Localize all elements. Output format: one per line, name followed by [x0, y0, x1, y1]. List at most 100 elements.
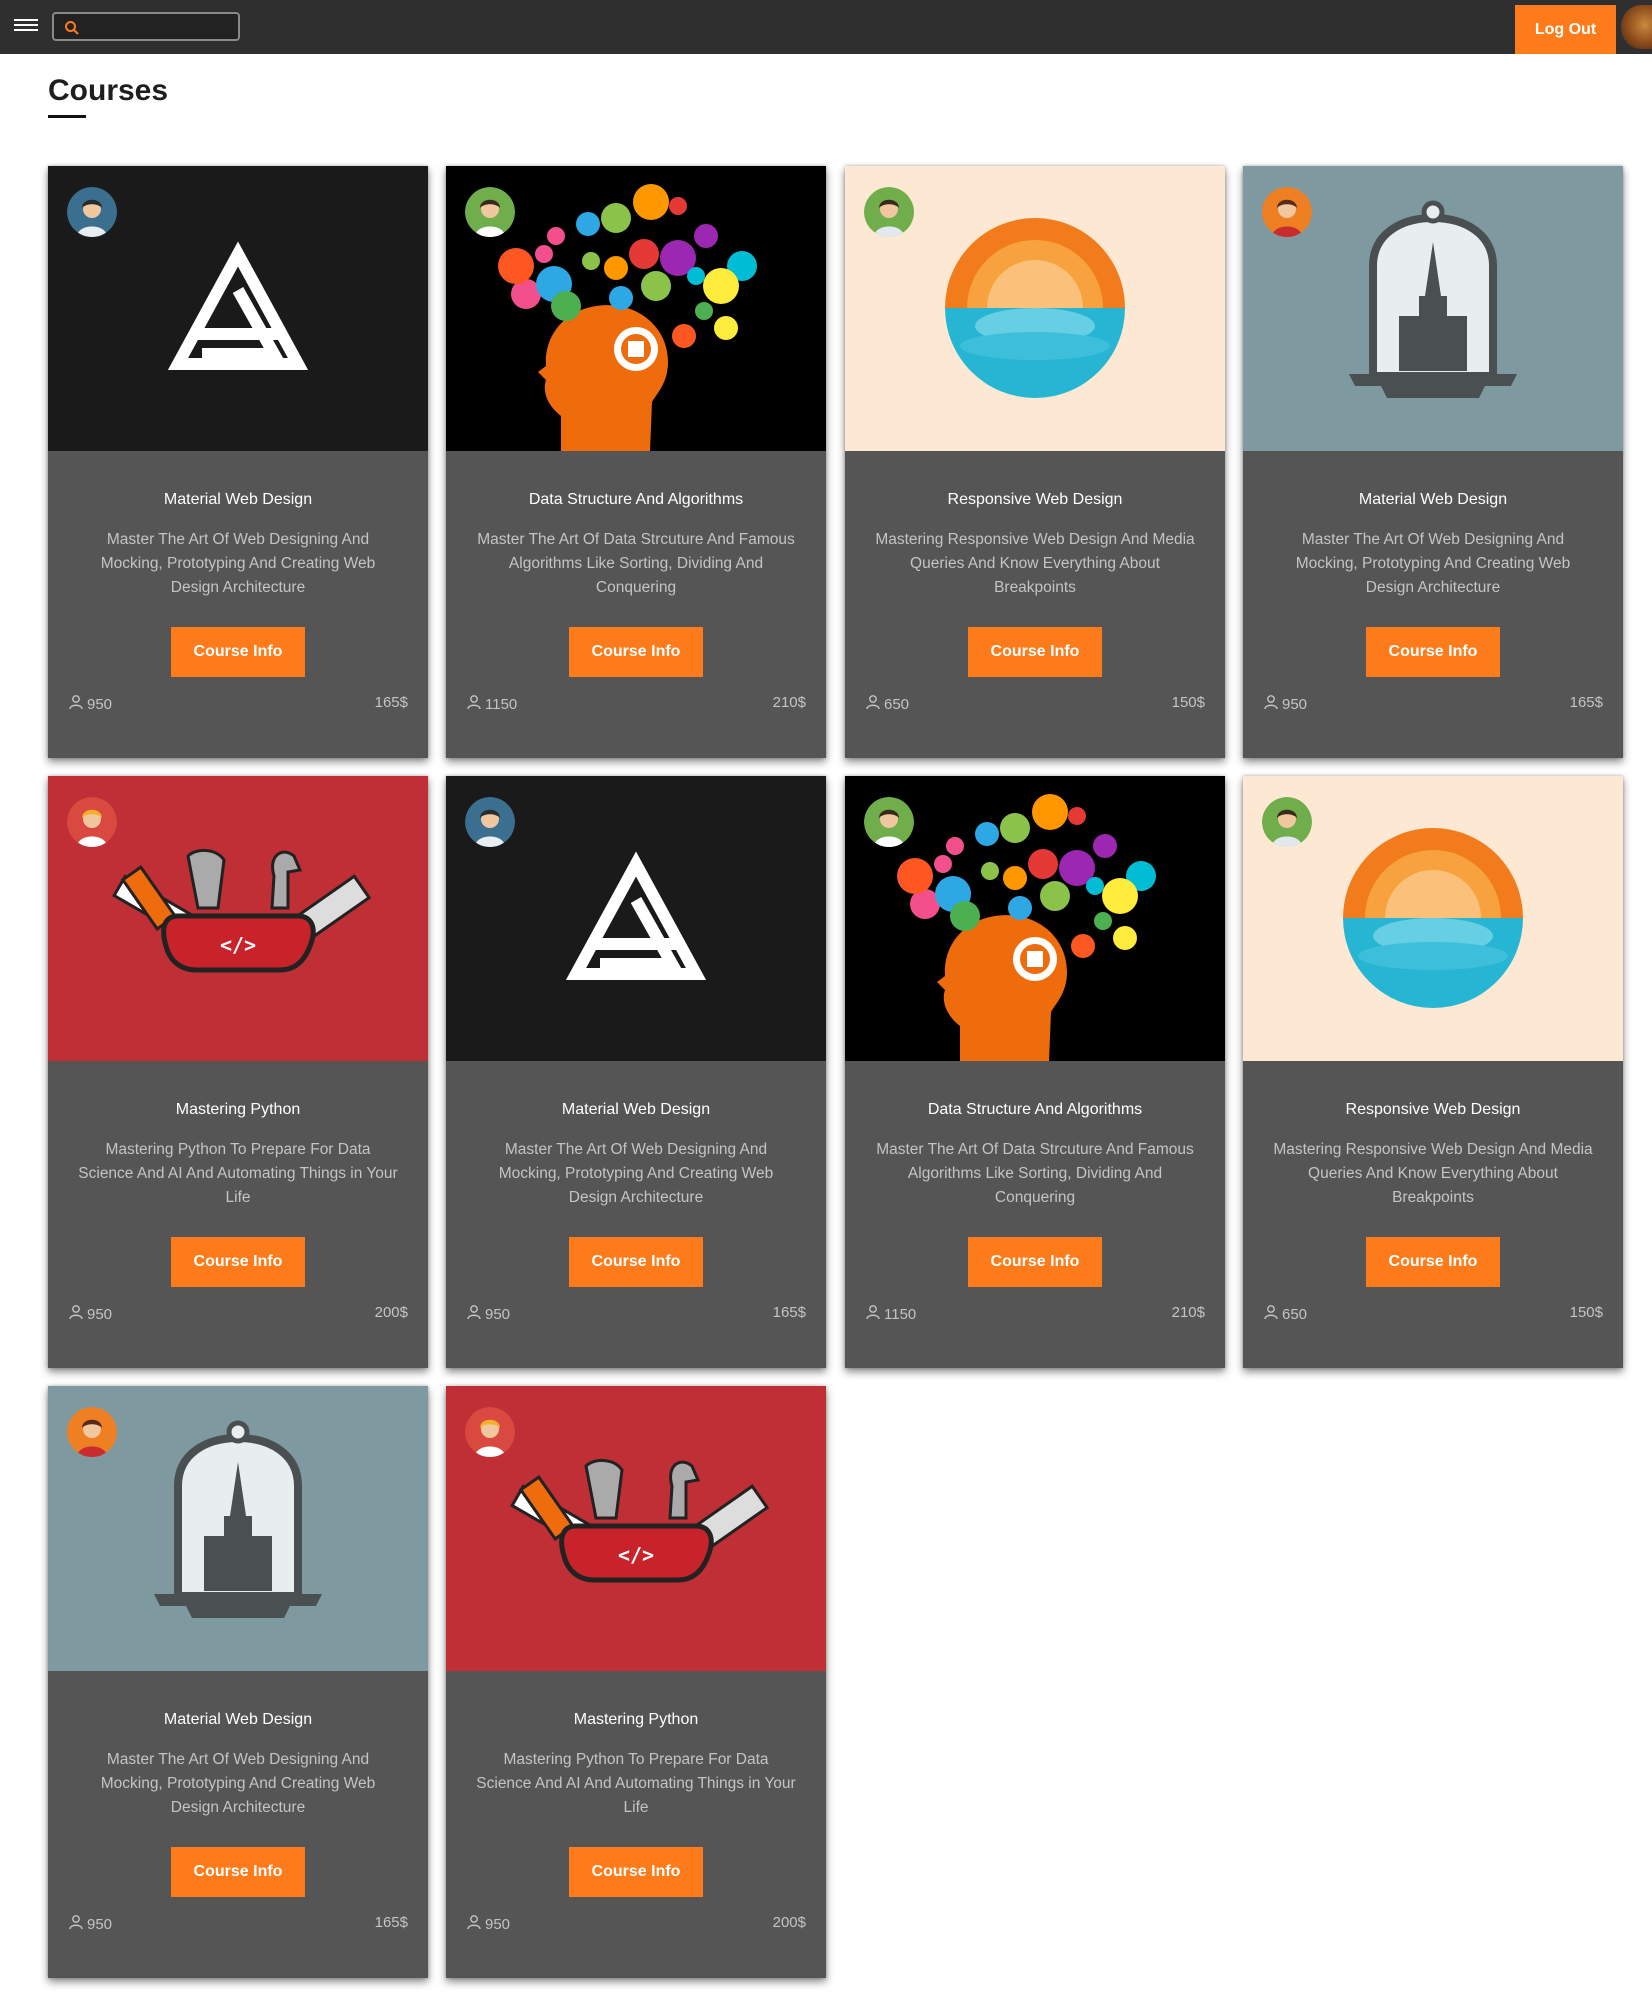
- instructor-avatar: [864, 797, 914, 847]
- course-card: </> Mastering Python Mastering Python To…: [48, 776, 428, 1368]
- students-count: 950: [68, 1914, 112, 1934]
- students-count: 650: [1263, 1304, 1307, 1324]
- course-description: Master The Art Of Web Designing And Mock…: [1295, 531, 1571, 596]
- user-icon: [466, 1914, 482, 1934]
- svg-text:</>: </>: [220, 933, 256, 957]
- user-icon-svg: [866, 695, 880, 710]
- course-info-button[interactable]: Course Info: [171, 1847, 305, 1897]
- svg-text:</>: </>: [618, 1543, 654, 1567]
- course-card: Material Web Design Master The Art Of We…: [446, 776, 826, 1368]
- course-info-button[interactable]: Course Info: [569, 627, 703, 677]
- course-card: Data Structure And Algorithms Master The…: [845, 776, 1225, 1368]
- course-price: 210$: [1171, 1304, 1205, 1321]
- user-icon: [1263, 694, 1279, 714]
- course-title: Material Web Design: [1358, 491, 1508, 508]
- course-description: Master The Art Of Data Strcuture And Fam…: [477, 531, 795, 596]
- students-count: 950: [466, 1304, 510, 1324]
- course-description: Master The Art Of Web Designing And Mock…: [100, 531, 376, 596]
- students-value: 950: [485, 1915, 511, 1933]
- students-value: 950: [485, 1305, 511, 1323]
- user-icon: [865, 694, 881, 714]
- course-title: Responsive Web Design: [947, 491, 1123, 508]
- user-icon-svg: [467, 695, 481, 710]
- students-count: 950: [466, 1914, 510, 1934]
- course-info-button[interactable]: Course Info: [171, 1237, 305, 1287]
- hamburger-menu-icon[interactable]: [14, 16, 38, 38]
- course-info-button[interactable]: Course Info: [569, 1847, 703, 1897]
- course-info-button[interactable]: Course Info: [1366, 627, 1500, 677]
- course-card: Material Web Design Master The Art Of We…: [1243, 166, 1623, 758]
- top-navbar: Log Out: [0, 0, 1652, 54]
- user-icon: [1263, 1304, 1279, 1324]
- course-price: 165$: [374, 1914, 408, 1931]
- course-price: 150$: [1171, 694, 1205, 711]
- search-input[interactable]: [86, 17, 234, 37]
- course-info-button[interactable]: Course Info: [968, 627, 1102, 677]
- user-icon-svg: [69, 1305, 83, 1320]
- page-title: Courses: [48, 74, 169, 107]
- students-count: 1150: [466, 694, 517, 714]
- instructor-avatar: [67, 1407, 117, 1457]
- course-description: Mastering Python To Prepare For Data Sci…: [78, 1141, 398, 1206]
- user-icon-svg: [467, 1305, 481, 1320]
- instructor-avatar: [465, 1407, 515, 1457]
- students-value: 650: [1282, 1305, 1308, 1323]
- user-icon: [68, 694, 84, 714]
- course-title: Data Structure And Algorithms: [528, 491, 744, 508]
- user-icon: [68, 1304, 84, 1324]
- course-card: Responsive Web Design Mastering Responsi…: [845, 166, 1225, 758]
- students-count: 950: [68, 694, 112, 714]
- course-info-button[interactable]: Course Info: [1366, 1237, 1500, 1287]
- user-icon: [68, 1914, 84, 1934]
- course-description: Master The Art Of Web Designing And Mock…: [100, 1751, 376, 1816]
- course-info-button[interactable]: Course Info: [968, 1237, 1102, 1287]
- search-box[interactable]: [52, 12, 240, 41]
- course-title: Material Web Design: [163, 491, 313, 508]
- user-icon-svg: [1264, 1305, 1278, 1320]
- students-value: 950: [87, 1915, 113, 1933]
- user-icon: [466, 694, 482, 714]
- students-count: 650: [865, 694, 909, 714]
- instructor-avatar: [465, 187, 515, 237]
- students-value: 950: [87, 1305, 113, 1323]
- course-card: Data Structure And Algorithms Master The…: [446, 166, 826, 758]
- user-avatar[interactable]: [1621, 5, 1652, 49]
- course-description: Master The Art Of Data Strcuture And Fam…: [876, 1141, 1194, 1206]
- instructor-avatar: [67, 797, 117, 847]
- instructor-avatar: [1262, 797, 1312, 847]
- course-title: Mastering Python: [175, 1101, 301, 1118]
- search-icon: [65, 21, 79, 35]
- title-underline: [48, 115, 86, 118]
- course-title: Material Web Design: [561, 1101, 711, 1118]
- user-icon-svg: [69, 1915, 83, 1930]
- students-value: 1150: [884, 1305, 917, 1323]
- instructor-avatar: [864, 187, 914, 237]
- user-icon-svg: [1264, 695, 1278, 710]
- students-value: 950: [87, 695, 113, 713]
- course-title: Responsive Web Design: [1345, 1101, 1521, 1118]
- students-value: 1150: [485, 695, 518, 713]
- user-icon: [466, 1304, 482, 1324]
- students-count: 950: [1263, 694, 1307, 714]
- students-value: 950: [1282, 695, 1308, 713]
- students-count: 1150: [865, 1304, 916, 1324]
- instructor-avatar: [465, 797, 515, 847]
- logout-button[interactable]: Log Out: [1515, 5, 1616, 54]
- course-price: 150$: [1569, 1304, 1603, 1321]
- instructor-avatar: [1262, 187, 1312, 237]
- course-card: Material Web Design Master The Art Of We…: [48, 166, 428, 758]
- course-card: Responsive Web Design Mastering Responsi…: [1243, 776, 1623, 1368]
- course-price: 210$: [772, 694, 806, 711]
- course-description: Mastering Responsive Web Design And Medi…: [1273, 1141, 1593, 1206]
- course-title: Material Web Design: [163, 1711, 313, 1728]
- course-price: 165$: [772, 1304, 806, 1321]
- course-price: 165$: [374, 694, 408, 711]
- course-price: 165$: [1569, 694, 1603, 711]
- course-info-button[interactable]: Course Info: [171, 627, 305, 677]
- course-card: Material Web Design Master The Art Of We…: [48, 1386, 428, 1978]
- course-price: 200$: [772, 1914, 806, 1931]
- students-count: 950: [68, 1304, 112, 1324]
- course-title: Mastering Python: [573, 1711, 699, 1728]
- course-info-button[interactable]: Course Info: [569, 1237, 703, 1287]
- user-icon: [865, 1304, 881, 1324]
